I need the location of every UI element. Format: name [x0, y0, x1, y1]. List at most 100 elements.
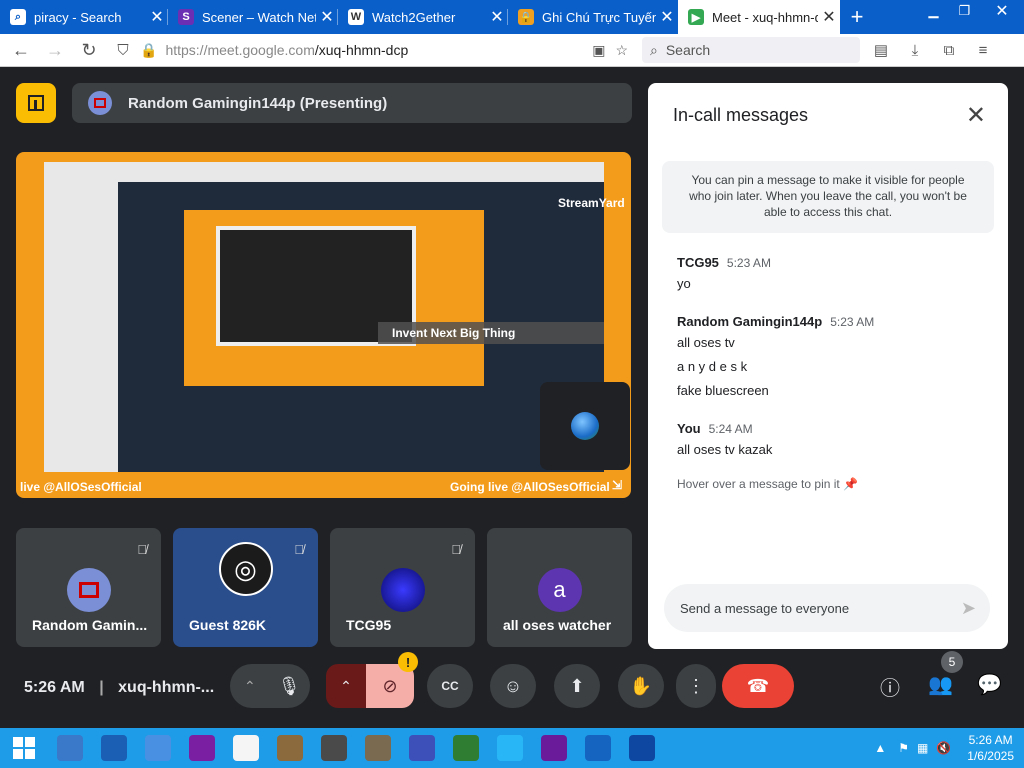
- reload-icon[interactable]: ↻: [72, 34, 106, 67]
- taskbar-app[interactable]: [224, 728, 268, 768]
- message-time: 5:23 AM: [726, 256, 771, 270]
- start-button[interactable]: [0, 728, 48, 768]
- message-text[interactable]: all oses tv kazak: [677, 442, 772, 457]
- network-pc-icon: [629, 735, 655, 761]
- security-alert-icon[interactable]: ⚑: [898, 741, 909, 755]
- leave-call-button[interactable]: ☎: [722, 664, 794, 708]
- separator: |: [99, 679, 104, 696]
- search-input[interactable]: ⌕ Search: [642, 37, 860, 63]
- message-text[interactable]: all oses tv: [677, 335, 735, 350]
- emoji-button[interactable]: ☺: [490, 664, 536, 708]
- screenshare-view[interactable]: StreamYard Invent Next Big Thing live @A…: [16, 152, 631, 498]
- message-sender: TCG95: [677, 255, 719, 270]
- pin-icon[interactable]: ⇲: [612, 478, 622, 492]
- participant-tile[interactable]: 🎙̸ TCG95: [330, 528, 475, 647]
- send-icon[interactable]: ➤: [961, 598, 976, 619]
- tab-meet[interactable]: ▶ Meet - xuq-hhmn-d ✕: [678, 0, 840, 34]
- tab-scener[interactable]: S Scener – Watch Netfl ✕: [168, 0, 338, 34]
- chat-icon[interactable]: 💬: [977, 672, 1002, 697]
- network-icon[interactable]: ▦: [917, 741, 928, 755]
- taskbar-app[interactable]: [136, 728, 180, 768]
- camera-options-button[interactable]: ⌃: [326, 664, 366, 708]
- taskbar-app[interactable]: [356, 728, 400, 768]
- tab-watch2gether[interactable]: W Watch2Gether ✕: [338, 0, 508, 34]
- extensions-icon[interactable]: ⧉: [932, 34, 966, 67]
- new-tab-button[interactable]: +: [840, 0, 874, 34]
- message-text[interactable]: yo: [677, 276, 691, 291]
- meet-icon: ▶: [688, 9, 704, 25]
- message-text[interactable]: fake bluescreen: [677, 383, 769, 398]
- taskbar-app[interactable]: [444, 728, 488, 768]
- more-options-button[interactable]: ⋮: [676, 664, 716, 708]
- participant-tile[interactable]: 🎙̸ Random Gamin...: [16, 528, 161, 647]
- url-path: /xuq-hhmn-dcp: [314, 42, 409, 58]
- tab-label: Scener – Watch Netfl: [202, 9, 316, 25]
- window-close-icon[interactable]: ✕: [980, 0, 1024, 22]
- taskbar-app[interactable]: [488, 728, 532, 768]
- chat-panel: In-call messages ✕ You can pin a message…: [648, 83, 1008, 649]
- screen-share-indicator-icon[interactable]: ▣: [592, 42, 605, 59]
- close-icon[interactable]: ✕: [966, 101, 986, 130]
- tab-close-icon[interactable]: ✕: [818, 7, 840, 27]
- tab-close-icon[interactable]: ✕: [146, 7, 168, 27]
- reader-view-icon[interactable]: ▤: [864, 34, 898, 67]
- taskbar-app[interactable]: [312, 728, 356, 768]
- streamyard-logo: StreamYard: [558, 196, 625, 210]
- volume-muted-icon[interactable]: 🔇: [936, 741, 951, 755]
- chevron-up-icon[interactable]: ⌃: [244, 678, 256, 695]
- taskbar-clock[interactable]: 5:26 AM 1/6/2025: [967, 732, 1014, 764]
- raise-hand-button[interactable]: ✋: [618, 664, 664, 708]
- taskbar-app[interactable]: [620, 728, 664, 768]
- tab-close-icon[interactable]: ✕: [486, 7, 508, 27]
- smiley-icon: ☺: [503, 675, 523, 696]
- taskbar-app[interactable]: [92, 728, 136, 768]
- door-icon: [28, 95, 44, 111]
- microphone-button[interactable]: ⌃ 🎙: [230, 664, 310, 708]
- taskbar-date: 1/6/2025: [967, 749, 1014, 763]
- tab-ghi-chu[interactable]: 🔒 Ghi Chú Trực Tuyến ✕: [508, 0, 678, 34]
- download-icon[interactable]: ⤓: [898, 34, 932, 67]
- minimize-icon[interactable]: ▁: [918, 0, 949, 22]
- hover-pin-hint: Hover over a message to pin it 📌: [677, 477, 858, 491]
- tab-piracy-search[interactable]: ⌕ piracy - Search ✕: [0, 0, 168, 34]
- forward-icon[interactable]: →: [38, 34, 72, 67]
- present-screen-icon: ⬆: [569, 675, 585, 696]
- mic-off-icon: 🎙̸: [294, 542, 304, 557]
- taskbar-app[interactable]: [268, 728, 312, 768]
- tab-close-icon[interactable]: ✕: [316, 7, 338, 27]
- participant-tile[interactable]: 🎙̸ ◎ Guest 826K: [173, 528, 318, 647]
- presenting-banner[interactable]: Random Gamingin144p (Presenting): [72, 83, 632, 123]
- chat-message-input[interactable]: Send a message to everyone ➤: [664, 584, 990, 632]
- tray-expand-icon[interactable]: ▲: [874, 741, 886, 755]
- taskbar-app[interactable]: [180, 728, 224, 768]
- more-vert-icon: ⋮: [687, 675, 705, 696]
- people-icon[interactable]: 👥: [928, 672, 953, 697]
- message-text[interactable]: a n y d e s k: [677, 359, 747, 374]
- tab-label: Watch2Gether: [372, 9, 456, 25]
- tab-close-icon[interactable]: ✕: [656, 7, 678, 27]
- taskbar-app[interactable]: [532, 728, 576, 768]
- taskbar-app[interactable]: [576, 728, 620, 768]
- back-icon[interactable]: ←: [4, 34, 38, 67]
- present-button[interactable]: ⬆: [554, 664, 600, 708]
- menu-icon[interactable]: ≡: [966, 34, 1000, 67]
- meeting-controls-bar: 5:26 AM | xuq-hhmn-... ⌃ 🎙 ⌃ ⊘ ! CC ☺ ⬆ …: [0, 651, 1024, 714]
- powershell-icon: [101, 735, 127, 761]
- w2g-icon: W: [348, 9, 364, 25]
- participant-tile[interactable]: a all oses watcher: [487, 528, 632, 647]
- captions-button[interactable]: CC: [427, 664, 473, 708]
- presenter-avatar: [88, 91, 112, 115]
- chat-input-placeholder: Send a message to everyone: [680, 600, 850, 616]
- shield-icon[interactable]: ⛉: [106, 34, 140, 67]
- taskbar-app[interactable]: [48, 728, 92, 768]
- restore-icon[interactable]: ❐: [949, 0, 980, 22]
- search-placeholder: Search: [665, 42, 711, 58]
- browser-toolbar: ← → ↻ ⛉ 🔒 https://meet.google.com/xuq-hh…: [0, 34, 1024, 67]
- system-tray: ▲ ⚑ ▦ 🔇 5:26 AM 1/6/2025: [874, 728, 1024, 768]
- chat-title: In-call messages: [673, 105, 809, 125]
- url-bar[interactable]: 🔒 https://meet.google.com/xuq-hhmn-dcp ▣…: [140, 37, 628, 63]
- taskbar-app[interactable]: [400, 728, 444, 768]
- meet-logo-button[interactable]: [16, 83, 56, 123]
- meeting-details-icon[interactable]: ⓘ: [880, 672, 900, 701]
- bookmark-star-icon[interactable]: ☆: [615, 42, 628, 59]
